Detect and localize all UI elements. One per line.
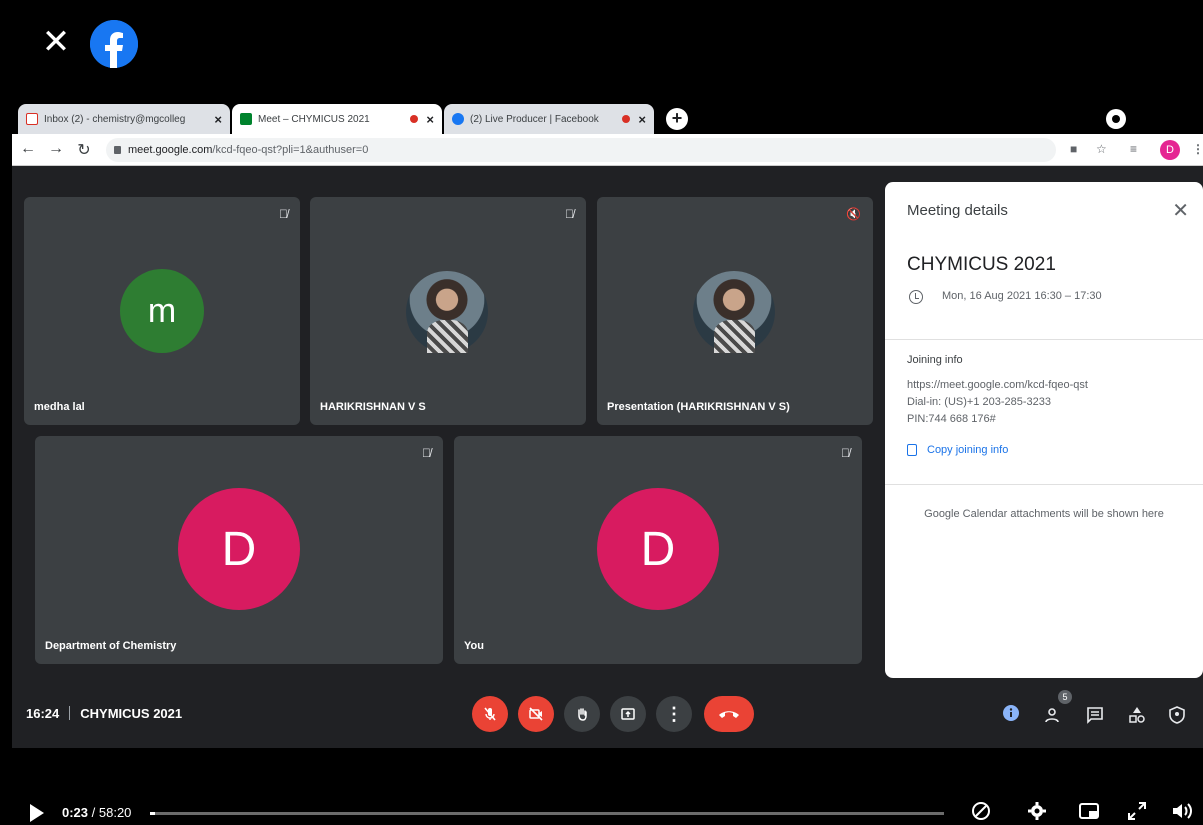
present-screen-button[interactable] <box>610 696 646 732</box>
activities-icon[interactable] <box>1128 706 1146 728</box>
media-control-icon[interactable]: ≡ <box>1130 142 1137 156</box>
participant-name: You <box>464 640 484 652</box>
avatar <box>406 271 488 353</box>
copy-label: Copy joining info <box>927 444 1009 456</box>
volume-icon[interactable] <box>1170 800 1196 825</box>
participant-tile[interactable]: 🎙̸ D Department of Chemistry <box>35 436 443 664</box>
recording-icon <box>410 115 419 123</box>
avatar: D <box>597 488 719 610</box>
avatar: D <box>178 488 300 610</box>
divider <box>885 339 1203 340</box>
camera-toggle-button[interactable] <box>518 696 554 732</box>
tab-facebook[interactable]: (2) Live Producer | Facebook × <box>444 104 654 134</box>
tab-title: Meet – CHYMICUS 2021 <box>258 113 370 125</box>
volume-muted-icon: 🔇 <box>846 207 861 221</box>
current-position: 0:23 <box>62 805 89 820</box>
current-time: 16:24 <box>26 706 60 721</box>
meeting-link: https://meet.google.com/kcd-fqeo-qst <box>907 379 1088 391</box>
dial-in-number: Dial-in: (US)+1 203-285-3233 <box>907 396 1051 408</box>
meet-stage: 🎙̸ m medha lal 🎙̸ HARIKRISHNAN V S 🔇 Pre… <box>12 166 1203 748</box>
meeting-name: CHYMICUS 2021 <box>80 706 183 721</box>
meeting-details-panel: Meeting details ✕ CHYMICUS 2021 Mon, 16 … <box>885 182 1203 678</box>
back-icon[interactable]: ← <box>18 140 38 158</box>
video-duration: 58:20 <box>98 805 132 820</box>
new-tab-button[interactable]: + <box>666 108 688 130</box>
fullscreen-icon[interactable] <box>1126 800 1148 825</box>
meeting-title: CHYMICUS 2021 <box>907 254 1056 275</box>
tab-title: (2) Live Producer | Facebook <box>470 113 599 125</box>
seek-slider[interactable] <box>150 812 944 815</box>
host-controls-icon[interactable] <box>1168 706 1186 728</box>
mic-off-icon: 🎙̸ <box>841 446 850 460</box>
meeting-time: Mon, 16 Aug 2021 16:30 – 17:30 <box>942 290 1102 302</box>
copy-icon <box>907 444 917 456</box>
chat-icon[interactable] <box>1086 706 1104 728</box>
avatar: m <box>120 269 204 353</box>
captions-icon[interactable] <box>970 800 992 825</box>
tab-title: Inbox (2) - chemistry@mgcolleg <box>44 113 186 125</box>
browser-tabstrip: Inbox (2) - chemistry@mgcolleg × Meet – … <box>12 100 1203 134</box>
meet-icon <box>240 113 252 125</box>
seek-progress <box>150 812 156 815</box>
menu-dots-icon[interactable]: ⋮ <box>1192 142 1203 156</box>
lock-icon <box>114 146 121 154</box>
video-controls: 0:23 / 58:20 <box>0 748 1203 825</box>
clock-icon <box>909 290 923 304</box>
participant-tile[interactable]: 🎙̸ D You <box>454 436 862 664</box>
copy-joining-info-button[interactable]: Copy joining info <box>907 444 1008 456</box>
facebook-icon <box>452 113 464 125</box>
meeting-clock: 16:24 CHYMICUS 2021 <box>26 706 182 721</box>
participant-name: medha lal <box>34 401 85 413</box>
mic-off-icon: 🎙̸ <box>565 207 574 221</box>
gmail-icon <box>26 113 38 125</box>
url-input[interactable]: meet.google.com/kcd-fqeo-qst?pli=1&authu… <box>106 138 1056 162</box>
close-icon[interactable]: ✕ <box>1172 198 1189 223</box>
tab-gmail[interactable]: Inbox (2) - chemistry@mgcolleg × <box>18 104 230 134</box>
tab-close-icon[interactable]: × <box>214 112 222 127</box>
divider <box>885 484 1203 485</box>
tab-search-icon[interactable] <box>1106 109 1126 129</box>
profile-avatar[interactable]: D <box>1160 140 1180 160</box>
tab-close-icon[interactable]: × <box>426 112 434 127</box>
joining-info-heading: Joining info <box>907 354 963 366</box>
settings-gear-icon[interactable] <box>1026 800 1048 825</box>
mic-toggle-button[interactable] <box>472 696 508 732</box>
participant-name: Department of Chemistry <box>45 640 177 652</box>
participant-tile[interactable]: 🎙̸ m medha lal <box>24 197 300 425</box>
participant-name: HARIKRISHNAN V S <box>320 401 426 413</box>
forward-icon[interactable]: → <box>46 140 66 158</box>
address-bar: ← → ↻ meet.google.com/kcd-fqeo-qst?pli=1… <box>12 134 1203 166</box>
url-host: meet.google.com <box>128 144 213 156</box>
close-icon[interactable]: ✕ <box>40 25 72 59</box>
participant-name: Presentation (HARIKRISHNAN V S) <box>607 401 790 413</box>
mic-off-icon: 🎙̸ <box>279 207 288 221</box>
leave-call-button[interactable] <box>704 696 754 732</box>
people-icon[interactable] <box>1044 706 1064 728</box>
reload-icon[interactable]: ↻ <box>74 140 94 160</box>
picture-in-picture-icon[interactable] <box>1078 800 1100 825</box>
tab-close-icon[interactable]: × <box>638 112 646 127</box>
screen: ✕ Inbox (2) - chemistry@mgcolleg × Meet … <box>0 0 1203 825</box>
avatar <box>693 271 775 353</box>
meeting-pin: PIN:744 668 176# <box>907 413 996 425</box>
tab-meet[interactable]: Meet – CHYMICUS 2021 × <box>232 104 442 134</box>
recording-icon <box>622 115 631 123</box>
mic-off-icon: 🎙̸ <box>422 446 431 460</box>
url-path: /kcd-fqeo-qst?pli=1&authuser=0 <box>212 144 369 156</box>
playback-time: 0:23 / 58:20 <box>62 805 132 820</box>
camera-icon[interactable]: ■ <box>1070 142 1077 156</box>
participant-tile[interactable]: 🔇 Presentation (HARIKRISHNAN V S) <box>597 197 873 425</box>
facebook-logo-icon <box>90 20 138 68</box>
participants-count-badge: 5 <box>1058 690 1072 704</box>
raise-hand-button[interactable] <box>564 696 600 732</box>
facebook-overlay-header: ✕ <box>0 0 1203 95</box>
meeting-details-icon[interactable] <box>1002 704 1020 726</box>
play-icon[interactable] <box>30 804 44 822</box>
bookmark-star-icon[interactable]: ☆ <box>1096 142 1107 156</box>
more-options-button[interactable]: ⋮ <box>656 696 692 732</box>
participant-tile[interactable]: 🎙̸ HARIKRISHNAN V S <box>310 197 586 425</box>
panel-heading: Meeting details <box>907 202 1008 219</box>
attachments-note: Google Calendar attachments will be show… <box>924 508 1164 520</box>
